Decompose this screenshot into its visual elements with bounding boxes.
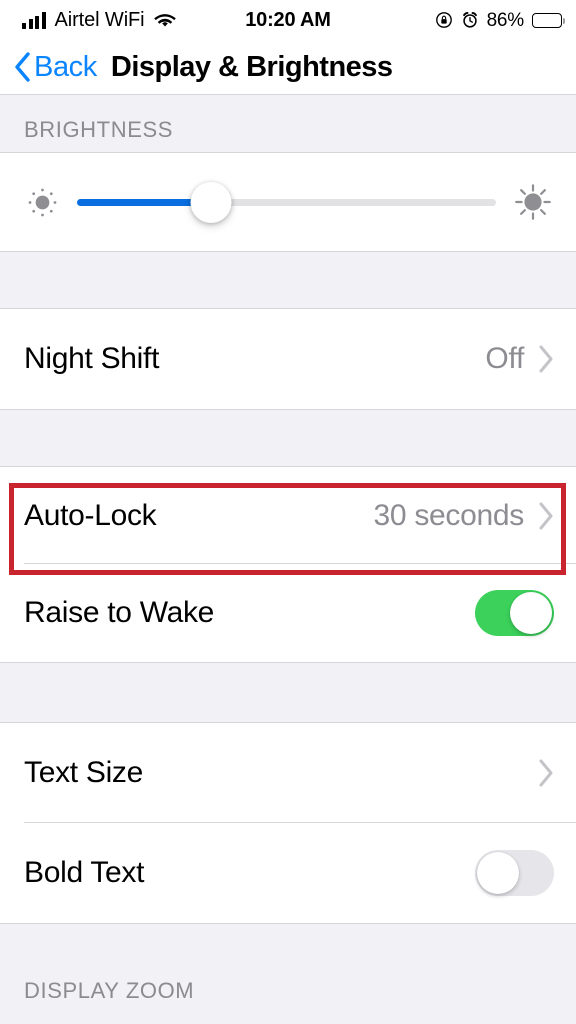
- section-gap-3: [0, 663, 576, 723]
- chevron-right-icon: [538, 345, 554, 373]
- battery-percent-label: 86%: [486, 9, 525, 31]
- section-header-brightness: BRIGHTNESS: [0, 95, 576, 152]
- night-shift-label: Night Shift: [24, 342, 160, 375]
- row-bold-text: Bold Text: [0, 823, 576, 923]
- toggle-knob: [477, 852, 519, 894]
- section-header-display-zoom: DISPLAY ZOOM: [0, 924, 576, 1014]
- brightness-slider-row: [0, 153, 576, 251]
- rotation-lock-icon: [435, 11, 453, 29]
- iphone-settings-screen: Airtel WiFi 10:20 AM 86% Back Display & …: [0, 0, 576, 1024]
- chevron-right-icon: [538, 759, 554, 787]
- status-bar: Airtel WiFi 10:20 AM 86%: [0, 0, 576, 40]
- raise-to-wake-label: Raise to Wake: [24, 596, 215, 629]
- text-size-label: Text Size: [24, 756, 144, 789]
- brightness-slider[interactable]: [77, 181, 496, 223]
- section-gap-1: [0, 252, 576, 309]
- brightness-group: [0, 152, 576, 252]
- back-button-label: Back: [34, 50, 97, 83]
- auto-lock-value: 30 seconds: [373, 498, 525, 532]
- night-shift-group: Night Shift Off: [0, 309, 576, 410]
- slider-thumb[interactable]: [190, 181, 232, 223]
- row-raise-to-wake: Raise to Wake: [0, 564, 576, 662]
- alarm-clock-icon: [461, 11, 479, 29]
- section-gap-2: [0, 410, 576, 467]
- bold-text-toggle[interactable]: [475, 850, 554, 896]
- text-group: Text Size Bold Text: [0, 723, 576, 924]
- chevron-left-icon: [14, 52, 31, 82]
- chevron-right-icon: [538, 502, 554, 530]
- auto-lock-group: Auto-Lock 30 seconds Raise to Wake: [0, 467, 576, 663]
- page-title: Display & Brightness: [110, 50, 393, 83]
- sun-high-icon: [512, 181, 576, 223]
- bold-text-label: Bold Text: [24, 856, 145, 889]
- navigation-bar: Back Display & Brightness: [0, 40, 576, 95]
- battery-icon: [532, 12, 566, 28]
- auto-lock-label: Auto-Lock: [24, 498, 157, 532]
- night-shift-value: Off: [485, 342, 524, 375]
- raise-to-wake-toggle[interactable]: [475, 590, 554, 636]
- back-button[interactable]: Back: [14, 52, 97, 82]
- row-night-shift[interactable]: Night Shift Off: [0, 309, 576, 409]
- row-text-size[interactable]: Text Size: [0, 723, 576, 823]
- status-bar-right: 86%: [435, 0, 566, 40]
- toggle-knob: [510, 592, 552, 634]
- sun-low-icon: [0, 184, 61, 221]
- row-auto-lock[interactable]: Auto-Lock 30 seconds: [0, 467, 576, 564]
